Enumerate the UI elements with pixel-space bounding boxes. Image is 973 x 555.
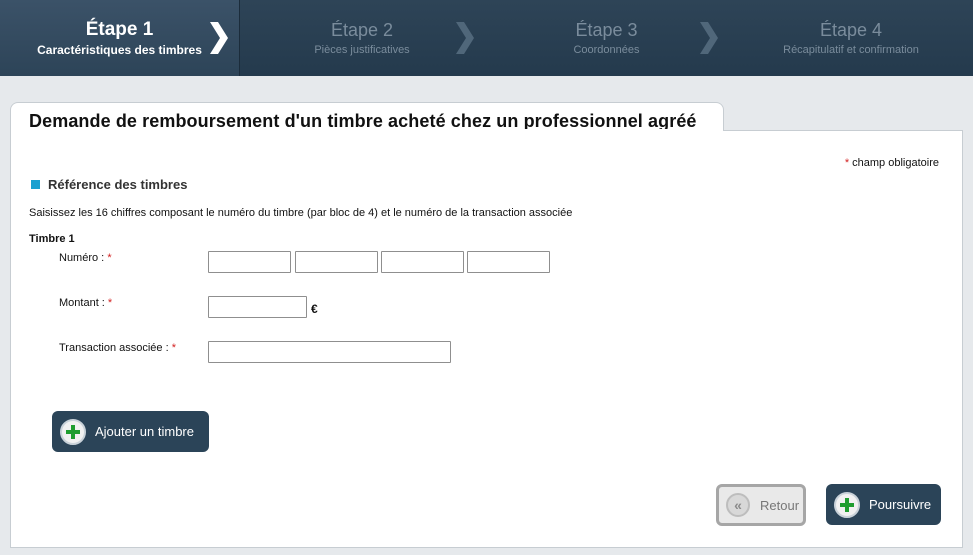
- step-3: Étape 3 Coordonnées: [484, 0, 729, 76]
- required-star: *: [171, 342, 176, 354]
- step-4-subtitle: Récapitulatif et confirmation: [783, 44, 919, 56]
- chevron-right-icon: [210, 22, 228, 54]
- double-chevron-left-icon: «: [726, 493, 750, 517]
- add-stamp-button[interactable]: Ajouter un timbre: [52, 411, 209, 452]
- step-4: Étape 4 Récapitulatif et confirmation: [729, 0, 973, 76]
- montant-label-text: Montant :: [59, 297, 105, 309]
- transaction-label-text: Transaction associée :: [59, 342, 169, 354]
- numero-block-2-input[interactable]: [295, 251, 378, 273]
- timbre-heading: Timbre 1: [29, 233, 75, 245]
- square-bullet-icon: [31, 180, 40, 189]
- add-stamp-label: Ajouter un timbre: [95, 424, 194, 439]
- plus-icon: [60, 418, 86, 445]
- numero-block-3-input[interactable]: [381, 251, 464, 273]
- montant-label: Montant : *: [59, 297, 112, 309]
- back-button[interactable]: « Retour: [716, 484, 806, 526]
- currency-symbol: €: [311, 302, 318, 316]
- step-2: Étape 2 Pièces justificatives: [240, 0, 484, 76]
- numero-label: Numéro : *: [59, 252, 112, 264]
- numero-block-4-input[interactable]: [467, 251, 550, 273]
- required-note-text: champ obligatoire: [852, 157, 939, 169]
- chevron-right-icon: [456, 22, 474, 54]
- required-star: *: [107, 297, 113, 309]
- back-label: Retour: [760, 497, 800, 513]
- section-title-text: Référence des timbres: [48, 177, 188, 192]
- page-title: Demande de remboursement d'un timbre ach…: [29, 111, 697, 131]
- montant-input[interactable]: [208, 296, 307, 318]
- transaction-input[interactable]: [208, 341, 451, 363]
- next-button[interactable]: Poursuivre: [826, 484, 941, 525]
- step-progress-bar: Étape 1 Caractéristiques des timbres Éta…: [0, 0, 973, 76]
- required-star: *: [844, 157, 850, 169]
- step-3-title: Étape 3: [575, 20, 638, 40]
- plus-icon: [834, 491, 860, 518]
- step-1-subtitle: Caractéristiques des timbres: [37, 43, 202, 57]
- instructions: Saisissez les 16 chiffres composant le n…: [29, 207, 573, 219]
- step-4-title: Étape 4: [819, 20, 883, 40]
- numero-label-text: Numéro :: [59, 252, 105, 264]
- required-note: * champ obligatoire: [845, 157, 939, 169]
- step-2-subtitle: Pièces justificatives: [314, 44, 410, 56]
- form-panel: * champ obligatoire Référence des timbre…: [10, 130, 963, 548]
- tab-joint: [11, 129, 723, 132]
- step-2-title: Étape 2: [330, 20, 394, 40]
- required-star: *: [107, 252, 112, 264]
- step-3-subtitle: Coordonnées: [573, 44, 640, 56]
- chevron-right-icon: [700, 22, 718, 54]
- section-title: Référence des timbres: [31, 177, 187, 192]
- step-1: Étape 1 Caractéristiques des timbres: [0, 0, 240, 76]
- numero-block-1-input[interactable]: [208, 251, 291, 273]
- next-label: Poursuivre: [869, 497, 932, 512]
- step-1-title: Étape 1: [85, 19, 154, 40]
- transaction-label: Transaction associée : *: [59, 342, 176, 354]
